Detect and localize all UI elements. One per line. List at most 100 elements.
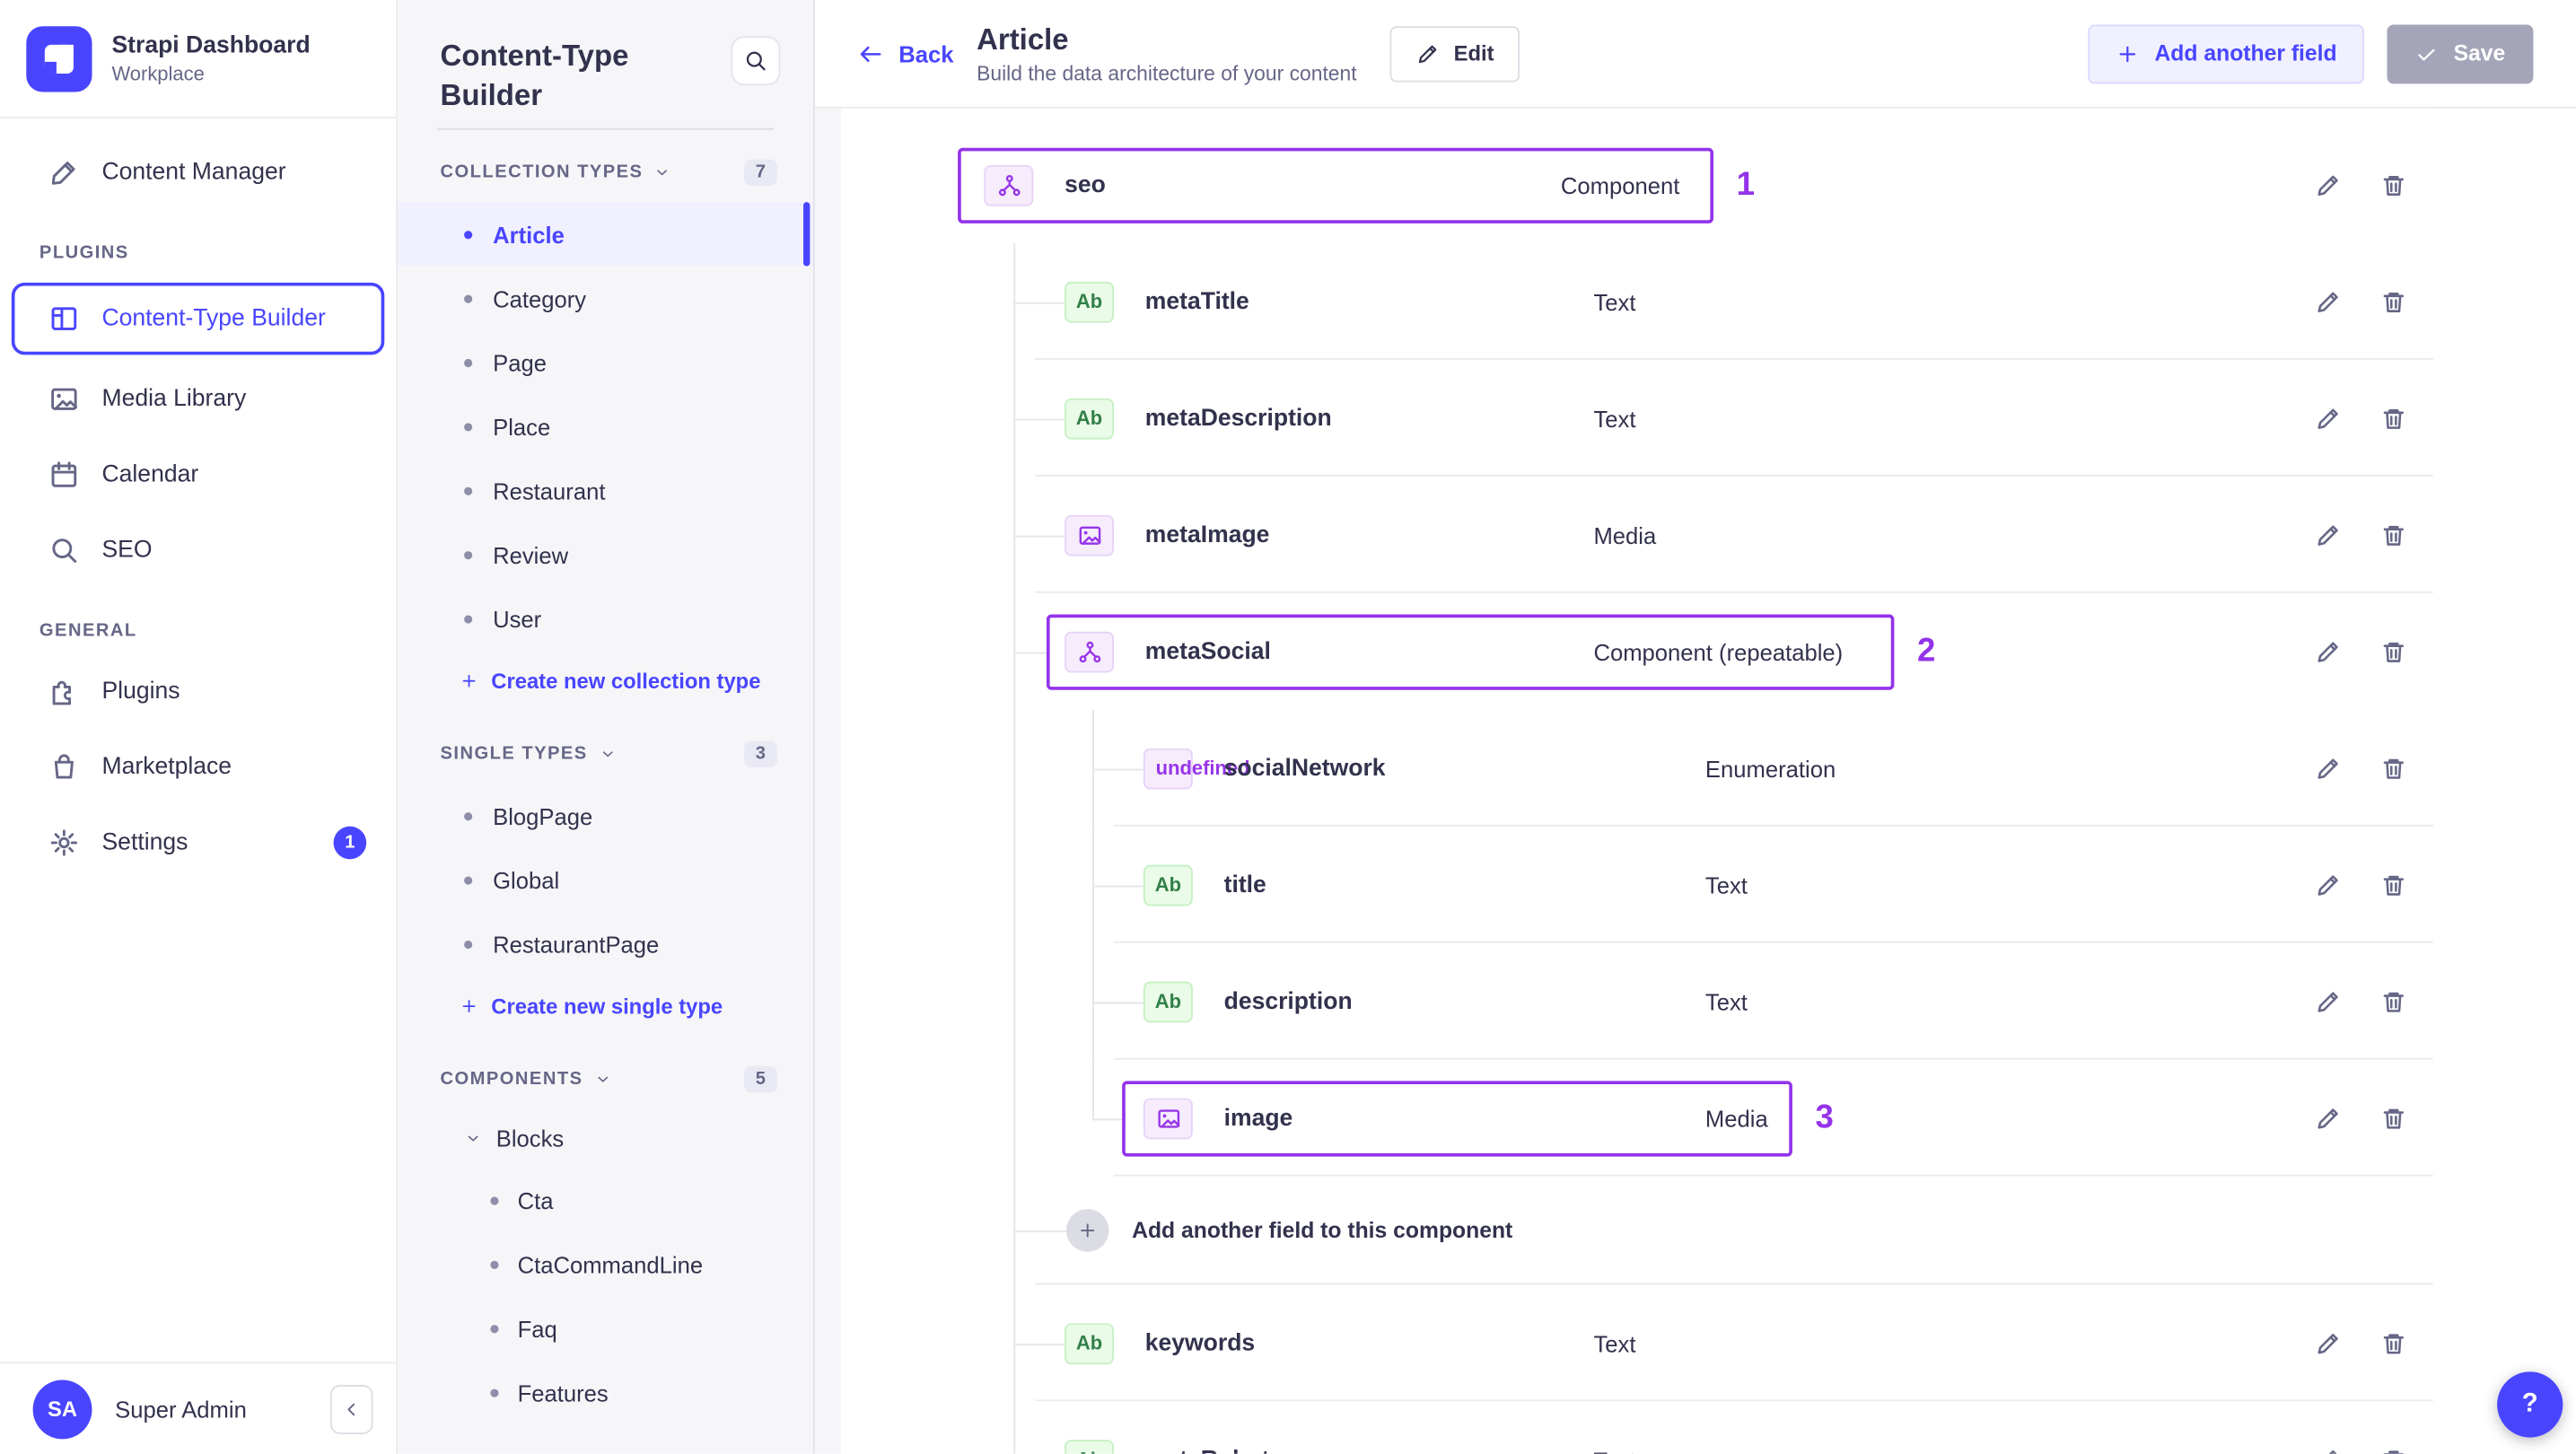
edit-field-button[interactable] [2315, 755, 2341, 781]
search-button[interactable] [731, 36, 781, 86]
tree-guide-connector [1092, 1001, 1143, 1003]
field-type: Enumeration [1704, 755, 1836, 782]
text-field-chip: Ab [1143, 980, 1193, 1022]
edit-field-button[interactable] [2315, 521, 2341, 547]
delete-field-button[interactable] [2380, 288, 2406, 314]
field-row-image[interactable]: 3 image Media [841, 1059, 2433, 1177]
field-row-description[interactable]: Ab description Text [841, 942, 2433, 1060]
edit-field-button[interactable] [2315, 988, 2341, 1014]
subnav-item-label: Page [493, 348, 547, 376]
sidebar-item-label: SEO [101, 537, 153, 564]
field-row-metasocial[interactable]: 2 metaSocial Component (repeatable) [841, 592, 2433, 710]
subnav-item-faq[interactable]: Faq [398, 1296, 813, 1360]
edit-field-button[interactable] [2315, 1330, 2341, 1356]
field-row-actions [2315, 288, 2407, 314]
delete-field-button[interactable] [2380, 872, 2406, 898]
subnav-item-blogpage[interactable]: BlogPage [398, 784, 813, 847]
chevron-left-icon [342, 1399, 362, 1419]
page-header: Back Article Build the data architecture… [814, 0, 2576, 109]
sidebar-item-marketplace[interactable]: Marketplace [0, 730, 396, 805]
annotation-number: 2 [1917, 632, 1936, 669]
pencil-icon [2315, 171, 2341, 197]
subnav-item-user[interactable]: User [398, 586, 813, 650]
delete-field-button[interactable] [2380, 521, 2406, 547]
sidebar-item-plugins[interactable]: Plugins [0, 653, 396, 729]
delete-field-button[interactable] [2380, 638, 2406, 664]
pencil-icon [2315, 638, 2341, 664]
delete-field-button[interactable] [2380, 405, 2406, 431]
subnav-group-components[interactable]: COMPONENTS 5 [398, 1037, 813, 1109]
subnav-item-blocks[interactable]: Blocks [398, 1108, 813, 1168]
subnav-item-global[interactable]: Global [398, 847, 813, 911]
tree-guide-connector [1013, 301, 1065, 303]
sidebar-item-media-library[interactable]: Media Library [0, 362, 396, 437]
edit-field-button[interactable] [2315, 1105, 2341, 1131]
subnav-item-label: CtaCommandLine [517, 1250, 704, 1278]
field-row-actions [2315, 1330, 2407, 1356]
field-row-actions [2315, 872, 2407, 898]
edit-field-button[interactable] [2315, 171, 2341, 197]
add-field-circle[interactable] [1065, 1209, 1109, 1252]
subnav-item-review[interactable]: Review [398, 522, 813, 586]
edit-field-button[interactable] [2315, 288, 2341, 314]
subnav-item-ctacommandline[interactable]: CtaCommandLine [398, 1232, 813, 1296]
delete-field-button[interactable] [2380, 1447, 2406, 1454]
delete-field-button[interactable] [2380, 171, 2406, 197]
field-row-metadescription[interactable]: Ab metaDescription Text [841, 359, 2433, 477]
field-row-metaimage[interactable]: metaImage Media [841, 476, 2433, 593]
add-another-field-button[interactable]: Add another field [2089, 23, 2365, 83]
add-field-to-component-label: Add another field to this component [1132, 1218, 1513, 1243]
field-type: Media [1593, 521, 1657, 548]
edit-field-button[interactable] [2315, 1447, 2341, 1454]
back-link[interactable]: Back [857, 40, 953, 66]
field-row-title[interactable]: Ab title Text [841, 826, 2433, 943]
edit-button[interactable]: Edit [1389, 25, 1520, 82]
field-row-seo[interactable]: 1 seo Component [841, 127, 2433, 243]
delete-field-button[interactable] [2380, 988, 2406, 1014]
subnav-item-label: Features [517, 1379, 609, 1406]
field-row-metarobots[interactable]: Ab metaRobots Text [841, 1401, 2433, 1454]
collapse-sidebar-button[interactable] [329, 1384, 373, 1433]
delete-field-button[interactable] [2380, 1105, 2406, 1131]
create-new-single-type-link[interactable]: Create new single type [398, 976, 813, 1037]
save-button[interactable]: Save [2388, 23, 2534, 83]
subnav-group-single-types[interactable]: SINGLE TYPES 3 [398, 712, 813, 784]
sidebar-item-settings[interactable]: Settings 1 [0, 805, 396, 880]
field-type: Text [1704, 872, 1748, 898]
subnav-item-article[interactable]: Article [397, 202, 814, 267]
field-row-actions [2315, 988, 2407, 1014]
delete-field-button[interactable] [2380, 1330, 2406, 1356]
text-field-chip-label: Ab [1075, 290, 1103, 313]
subnav-item-restaurantpage[interactable]: RestaurantPage [398, 912, 813, 976]
subnav-group-collection-types[interactable]: COLLECTION TYPES 7 [398, 130, 813, 203]
subnav-item-restaurant[interactable]: Restaurant [398, 459, 813, 522]
subnav-group-count: 3 [743, 740, 777, 767]
sidebar-item-label: Settings [101, 829, 188, 856]
sidebar-item-content-manager[interactable]: Content Manager [0, 135, 396, 210]
field-type: Text [1593, 1447, 1635, 1454]
pencil-icon [2315, 988, 2341, 1014]
edit-field-button[interactable] [2315, 872, 2341, 898]
subnav-item-place[interactable]: Place [398, 394, 813, 458]
trash-icon [2380, 755, 2406, 781]
delete-field-button[interactable] [2380, 755, 2406, 781]
sidebar-item-calendar[interactable]: Calendar [0, 437, 396, 512]
field-row-socialnetwork[interactable]: undefined socialNetwork Enumeration [841, 709, 2433, 827]
text-field-chip: Ab [1065, 1439, 1114, 1454]
trash-icon [2380, 1105, 2406, 1131]
create-new-collection-type-link[interactable]: Create new collection type [398, 651, 813, 712]
subnav-item-page[interactable]: Page [398, 330, 813, 394]
subnav-item-category[interactable]: Category [398, 267, 813, 330]
sidebar-item-content-type-builder[interactable]: Content-Type Builder [11, 282, 385, 355]
sidebar-item-seo[interactable]: SEO [0, 512, 396, 588]
field-name: keywords [1144, 1329, 1256, 1356]
subnav-item-cta[interactable]: Cta [398, 1168, 813, 1231]
edit-field-button[interactable] [2315, 638, 2341, 664]
field-row-keywords[interactable]: Ab keywords Text [841, 1284, 2433, 1402]
avatar[interactable]: SA [32, 1379, 92, 1439]
edit-field-button[interactable] [2315, 405, 2341, 431]
add-field-to-component-row[interactable]: Add another field to this component [841, 1176, 2433, 1285]
help-button[interactable]: ? [2497, 1371, 2563, 1438]
field-row-metatitle[interactable]: Ab metaTitle Text [841, 242, 2433, 360]
subnav-item-features[interactable]: Features [398, 1361, 813, 1424]
